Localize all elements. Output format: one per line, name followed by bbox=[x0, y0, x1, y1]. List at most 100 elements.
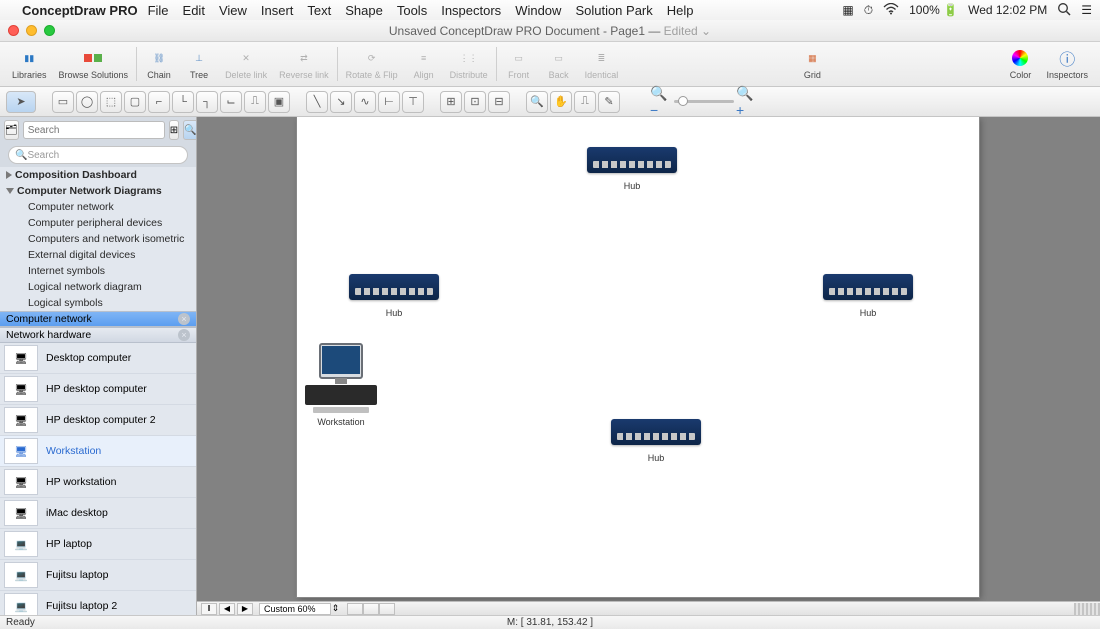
page-tab[interactable] bbox=[379, 603, 395, 615]
tree-item[interactable]: Computers and network isometric bbox=[0, 231, 196, 247]
canvas-area[interactable]: Hub Hub Hub Hub Workstation ‖ ◀ ▶ Custom… bbox=[197, 117, 1100, 615]
menu-file[interactable]: File bbox=[148, 3, 169, 18]
sidebar-grid-view-button[interactable]: ⊞ bbox=[169, 120, 179, 140]
tree-item[interactable]: Logical symbols bbox=[0, 295, 196, 311]
dimension-tool-1[interactable]: ⊢ bbox=[378, 91, 400, 113]
library-header-network-hardware[interactable]: Network hardware× bbox=[0, 327, 196, 343]
pointer-tool[interactable]: ➤ bbox=[6, 91, 36, 113]
sidebar-search-button[interactable]: 🔍 bbox=[183, 120, 197, 140]
menu-text[interactable]: Text bbox=[307, 3, 331, 18]
tree-item[interactable]: External digital devices bbox=[0, 247, 196, 263]
rect-tool[interactable]: ▭ bbox=[52, 91, 74, 113]
page-tab[interactable] bbox=[363, 603, 379, 615]
hand-tool[interactable]: ✋ bbox=[550, 91, 572, 113]
shape-item[interactable]: 🖥Desktop computer bbox=[0, 343, 196, 374]
align-button[interactable]: ≡Align bbox=[404, 42, 444, 86]
libraries-button[interactable]: ▮▮Libraries bbox=[6, 42, 53, 86]
reverse-link-button[interactable]: ⇄Reverse link bbox=[273, 42, 335, 86]
tree-item[interactable]: Internet symbols bbox=[0, 263, 196, 279]
menu-inspectors[interactable]: Inspectors bbox=[441, 3, 501, 18]
zoom-tool[interactable]: 🔍 bbox=[526, 91, 548, 113]
zoom-window-button[interactable] bbox=[44, 25, 55, 36]
shape-tool-1[interactable]: ⬚ bbox=[100, 91, 122, 113]
stamp-tool[interactable]: ⎍ bbox=[574, 91, 596, 113]
arrow-tool[interactable]: ↘ bbox=[330, 91, 352, 113]
tree-item[interactable]: Composition Dashboard bbox=[0, 167, 196, 183]
menu-shape[interactable]: Shape bbox=[345, 3, 383, 18]
canvas-hub-shape[interactable]: Hub bbox=[349, 274, 439, 318]
sidebar-filter-input[interactable] bbox=[23, 121, 165, 139]
shape-item[interactable]: 💻HP laptop bbox=[0, 529, 196, 560]
table-tool-1[interactable]: ⊞ bbox=[440, 91, 462, 113]
first-page-button[interactable]: ‖ bbox=[201, 603, 217, 615]
menu-view[interactable]: View bbox=[219, 3, 247, 18]
tree-item[interactable]: Logical network diagram bbox=[0, 279, 196, 295]
zoom-select[interactable]: Custom 60% bbox=[259, 603, 331, 615]
menubar-list-icon[interactable]: ☰ bbox=[1081, 3, 1092, 17]
shape-item[interactable]: 🖥HP desktop computer 2 bbox=[0, 405, 196, 436]
connector-tool-5[interactable]: ⎍ bbox=[244, 91, 266, 113]
distribute-button[interactable]: ⋮⋮Distribute bbox=[444, 42, 494, 86]
shape-item[interactable]: 💻Fujitsu laptop bbox=[0, 560, 196, 591]
menu-edit[interactable]: Edit bbox=[183, 3, 205, 18]
tree-button[interactable]: ⊥Tree bbox=[179, 42, 219, 86]
sidebar-tree-icon[interactable]: 🗂 bbox=[4, 120, 19, 140]
dimension-tool-2[interactable]: ⊤ bbox=[402, 91, 424, 113]
connector-tool-1[interactable]: ⌐ bbox=[148, 91, 170, 113]
shape-item-workstation[interactable]: 🖥Workstation bbox=[0, 436, 196, 467]
connector-tool-3[interactable]: ┐ bbox=[196, 91, 218, 113]
library-header-computer-network[interactable]: Computer network× bbox=[0, 311, 196, 327]
inspectors-button[interactable]: ⓘInspectors bbox=[1040, 42, 1094, 86]
canvas-hub-shape[interactable]: Hub bbox=[823, 274, 913, 318]
front-button[interactable]: ▭Front bbox=[499, 42, 539, 86]
canvas-workstation-shape[interactable]: Workstation bbox=[297, 343, 385, 427]
connector-tool-6[interactable]: ▣ bbox=[268, 91, 290, 113]
menubar-dashboard-icon[interactable]: ▦ bbox=[842, 3, 853, 17]
zoom-in-button[interactable]: 🔍+ bbox=[736, 91, 758, 113]
shape-item[interactable]: 💻Fujitsu laptop 2 bbox=[0, 591, 196, 615]
tree-item[interactable]: Computer network bbox=[0, 199, 196, 215]
tree-item[interactable]: Computer peripheral devices bbox=[0, 215, 196, 231]
page-tab[interactable] bbox=[347, 603, 363, 615]
browse-solutions-button[interactable]: Browse Solutions bbox=[53, 42, 135, 86]
shape-item[interactable]: 🖥iMac desktop bbox=[0, 498, 196, 529]
menu-help[interactable]: Help bbox=[667, 3, 694, 18]
ellipse-tool[interactable]: ◯ bbox=[76, 91, 98, 113]
tree-item[interactable]: Computer Network Diagrams bbox=[0, 183, 196, 199]
curve-tool[interactable]: ∿ bbox=[354, 91, 376, 113]
zoom-out-button[interactable]: 🔍− bbox=[650, 91, 672, 113]
app-name[interactable]: ConceptDraw PRO bbox=[22, 3, 138, 18]
menu-solution-park[interactable]: Solution Park bbox=[575, 3, 652, 18]
close-window-button[interactable] bbox=[8, 25, 19, 36]
next-page-button[interactable]: ▶ bbox=[237, 603, 253, 615]
menubar-wifi-icon[interactable] bbox=[883, 3, 899, 18]
close-icon[interactable]: × bbox=[178, 329, 190, 341]
chain-button[interactable]: ⛓Chain bbox=[139, 42, 179, 86]
menubar-spotlight-icon[interactable] bbox=[1057, 2, 1071, 19]
identical-button[interactable]: ≣Identical bbox=[579, 42, 625, 86]
table-tool-2[interactable]: ⊡ bbox=[464, 91, 486, 113]
connector-tool-4[interactable]: ⌙ bbox=[220, 91, 242, 113]
shape-tool-2[interactable]: ▢ bbox=[124, 91, 146, 113]
shape-item[interactable]: 🖥HP desktop computer bbox=[0, 374, 196, 405]
canvas-hub-shape[interactable]: Hub bbox=[587, 147, 677, 191]
connector-tool-2[interactable]: └ bbox=[172, 91, 194, 113]
title-dropdown-icon[interactable]: ⌄ bbox=[701, 24, 711, 38]
table-tool-3[interactable]: ⊟ bbox=[488, 91, 510, 113]
zoom-slider[interactable] bbox=[674, 100, 734, 103]
menu-insert[interactable]: Insert bbox=[261, 3, 294, 18]
rotate-flip-button[interactable]: ⟳Rotate & Flip bbox=[340, 42, 404, 86]
grid-button[interactable]: ▦Grid bbox=[792, 42, 832, 86]
sidebar-search-field[interactable]: 🔍 Search bbox=[8, 146, 188, 164]
menubar-timer-icon[interactable]: ⏱ bbox=[864, 3, 873, 18]
pencil-tool[interactable]: ✎ bbox=[598, 91, 620, 113]
delete-link-button[interactable]: ✕Delete link bbox=[219, 42, 273, 86]
menu-window[interactable]: Window bbox=[515, 3, 561, 18]
color-button[interactable]: Color bbox=[1000, 42, 1040, 86]
menu-tools[interactable]: Tools bbox=[397, 3, 427, 18]
line-tool[interactable]: ╲ bbox=[306, 91, 328, 113]
menubar-battery[interactable]: 100% 🔋 bbox=[909, 3, 958, 17]
close-icon[interactable]: × bbox=[178, 313, 190, 325]
shape-item[interactable]: 🖥HP workstation bbox=[0, 467, 196, 498]
back-button[interactable]: ▭Back bbox=[539, 42, 579, 86]
